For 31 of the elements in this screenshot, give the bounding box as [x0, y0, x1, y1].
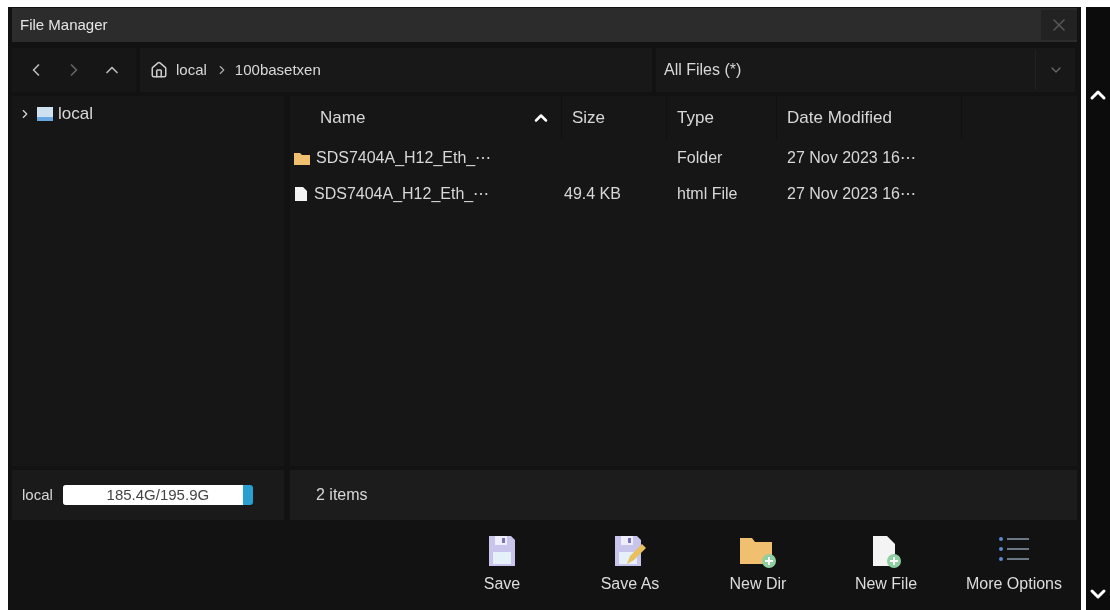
- date-cell-text: 27 Nov 2023 16⋯: [786, 148, 917, 168]
- file-name-cell[interactable]: SDS7404A_H12_Eth_⋯: [290, 182, 562, 206]
- toolbar-button[interactable]: New Dir: [695, 530, 821, 600]
- file-name-cell[interactable]: SDS7404A_H12_Eth_⋯: [290, 146, 562, 170]
- size-cell-text: 49.4 KB: [563, 184, 622, 204]
- storage-bar: 185.4G/195.9G: [62, 485, 253, 505]
- column-header[interactable]: Size: [562, 96, 667, 140]
- list-icon: [997, 534, 1031, 564]
- folder-icon: [294, 151, 310, 165]
- column-header[interactable]: Name: [290, 96, 562, 140]
- drive-icon: [36, 106, 54, 122]
- toolbar-button[interactable]: Save: [439, 530, 565, 600]
- column-header[interactable]: Date Modified: [777, 96, 962, 140]
- item-count: 2 items: [316, 485, 368, 505]
- file-icon: [294, 186, 308, 202]
- path-bar[interactable]: local 100basetxen: [140, 48, 652, 92]
- column-header[interactable]: Type: [667, 96, 777, 140]
- storage-label: local: [22, 484, 53, 505]
- type-cell-text: html File: [676, 184, 739, 204]
- path-segment[interactable]: 100basetxen: [234, 58, 321, 82]
- filter-dropdown[interactable]: All Files (*): [656, 48, 1075, 92]
- toolbar-button[interactable]: Save As: [567, 530, 693, 600]
- type-cell-text: Folder: [676, 148, 724, 168]
- toolbar-button[interactable]: New File: [823, 530, 949, 600]
- date-cell-text: 27 Nov 2023 16⋯: [786, 184, 917, 204]
- tree-item[interactable]: local: [12, 96, 284, 132]
- floppy-disk-pencil-icon: [613, 534, 647, 568]
- home-icon: [150, 61, 168, 79]
- window-title: File Manager: [20, 14, 109, 35]
- toolbar-button[interactable]: More Options: [951, 530, 1077, 600]
- path-segment[interactable]: local: [176, 58, 207, 82]
